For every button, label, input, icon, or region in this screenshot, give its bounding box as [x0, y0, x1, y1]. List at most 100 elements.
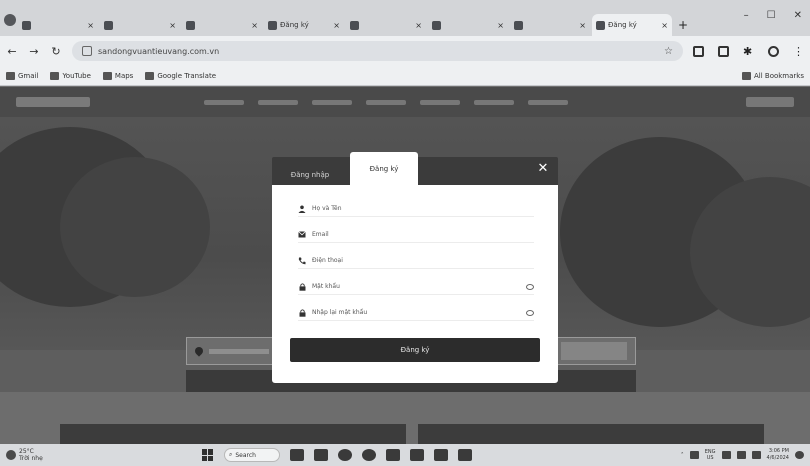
tab-close-icon[interactable]: ×	[661, 21, 668, 30]
language-indicator[interactable]: ENG US	[705, 449, 716, 461]
url-text: sandongvuantieuvang.com.vn	[98, 46, 220, 56]
maps-icon	[102, 71, 112, 80]
nav-item[interactable]	[366, 99, 406, 105]
register-submit-button[interactable]: Đăng ký	[290, 338, 540, 362]
favicon-icon	[22, 20, 31, 30]
browser-tab[interactable]: ×	[428, 14, 508, 36]
browser-tab[interactable]: ×	[510, 14, 590, 36]
clock-time: 3:06 PM	[768, 448, 789, 454]
extension-icon[interactable]	[693, 45, 704, 57]
tab-register[interactable]: Đăng ký	[350, 152, 418, 185]
extensions-puzzle-icon[interactable]: ✱	[743, 46, 754, 57]
chrome-icon[interactable]	[338, 449, 352, 461]
download-icon[interactable]	[718, 45, 729, 57]
site-logo[interactable]	[16, 97, 90, 107]
nav-item[interactable]	[528, 99, 568, 105]
browser-tabstrip: × × × Đăng ký × × × × Đăng ký × + – ☐ ✕	[0, 0, 810, 36]
address-bar[interactable]: sandongvuantieuvang.com.vn ☆	[72, 41, 683, 61]
password-label: Mật khẩu	[312, 283, 340, 290]
tab-close-icon[interactable]: ×	[169, 21, 176, 30]
browser-toolbar: ← → ↻ sandongvuantieuvang.com.vn ☆ ✱ ⋮	[0, 36, 810, 66]
window-close-icon[interactable]: ✕	[794, 10, 802, 21]
confirm-password-field[interactable]: Nhập lại mật khẩu	[298, 305, 534, 321]
nav-item[interactable]	[204, 99, 244, 105]
tab-login[interactable]: Đăng nhập	[280, 164, 340, 185]
tab-title: Đăng ký	[280, 21, 309, 29]
browser-tab[interactable]: ×	[18, 14, 98, 36]
edge-icon[interactable]	[362, 449, 376, 461]
bookmark-gmail[interactable]: Gmail	[6, 71, 38, 80]
minimize-icon[interactable]: –	[744, 10, 749, 21]
forward-icon[interactable]: →	[28, 45, 40, 58]
onedrive-icon[interactable]	[689, 451, 699, 459]
nav-item[interactable]	[420, 99, 460, 105]
tab-close-icon[interactable]: ×	[579, 21, 586, 30]
notification-icon[interactable]	[795, 451, 804, 459]
profile-avatar-icon[interactable]	[768, 45, 779, 57]
browser-tab[interactable]: Đăng ký ×	[264, 14, 344, 36]
search-button[interactable]	[561, 342, 627, 360]
tray-chevron-icon[interactable]: ˄	[681, 452, 684, 459]
reload-icon[interactable]: ↻	[50, 45, 62, 58]
file-explorer-icon[interactable]	[410, 449, 424, 461]
eye-icon[interactable]	[526, 309, 534, 316]
browser-tab[interactable]: ×	[346, 14, 426, 36]
windows-start-icon[interactable]	[202, 449, 214, 461]
tab-close-icon[interactable]: ×	[251, 21, 258, 30]
nav-item[interactable]	[312, 99, 352, 105]
taskbar-app-icon[interactable]	[458, 449, 472, 461]
browser-tab[interactable]: ×	[100, 14, 180, 36]
email-field[interactable]: Email	[298, 227, 534, 243]
site-user-menu[interactable]	[746, 97, 794, 107]
wifi-icon[interactable]	[721, 451, 731, 459]
favicon-icon	[350, 20, 359, 30]
tab-search-icon[interactable]	[4, 14, 16, 26]
bookmark-maps[interactable]: Maps	[102, 71, 133, 80]
tab-close-icon[interactable]: ×	[333, 21, 340, 30]
taskbar-app-icon[interactable]	[314, 449, 328, 461]
favicon-icon	[268, 20, 277, 30]
site-nav	[204, 99, 568, 105]
password-field[interactable]: Mật khẩu	[298, 279, 534, 295]
taskbar-search[interactable]: ⌕ Search	[224, 448, 280, 462]
clock[interactable]: 3:06 PM 4/6/2024	[767, 448, 789, 462]
nav-item[interactable]	[258, 99, 298, 105]
fullname-field[interactable]: Họ và Tên	[298, 201, 534, 217]
clock-date: 4/6/2024	[766, 455, 789, 461]
new-tab-button[interactable]: +	[674, 14, 692, 36]
back-icon[interactable]: ←	[6, 45, 18, 58]
search-placeholder[interactable]	[209, 348, 269, 354]
bookmark-star-icon[interactable]: ☆	[664, 46, 673, 57]
weather-widget[interactable]: 25°C Trời nhẹ	[6, 448, 66, 462]
email-icon	[298, 231, 306, 239]
bookmark-translate[interactable]: Google Translate	[145, 71, 216, 80]
phone-icon	[298, 257, 306, 265]
os-taskbar: 25°C Trời nhẹ ⌕ Search ˄ ENG US 3:06 PM …	[0, 444, 810, 466]
browser-tab[interactable]: ×	[182, 14, 262, 36]
taskbar-app-icon[interactable]	[434, 449, 448, 461]
tab-close-icon[interactable]: ×	[497, 21, 504, 30]
eye-icon[interactable]	[526, 283, 534, 290]
confirm-password-label: Nhập lại mật khẩu	[312, 309, 368, 316]
favicon-icon	[104, 20, 113, 30]
volume-icon[interactable]	[736, 451, 746, 459]
all-bookmarks-label: All Bookmarks	[753, 71, 804, 80]
nav-item[interactable]	[474, 99, 514, 105]
fullname-label: Họ và Tên	[312, 205, 342, 212]
favicon-icon	[432, 20, 441, 30]
battery-icon[interactable]	[751, 451, 761, 459]
menu-kebab-icon[interactable]: ⋮	[793, 46, 804, 57]
folder-icon	[741, 71, 751, 80]
tab-close-icon[interactable]: ×	[415, 21, 422, 30]
maximize-icon[interactable]: ☐	[767, 10, 776, 21]
all-bookmarks[interactable]: All Bookmarks	[741, 71, 804, 80]
taskbar-app-icon[interactable]	[290, 449, 304, 461]
browser-tab-active[interactable]: Đăng ký ×	[592, 14, 672, 36]
window-controls: – ☐ ✕	[744, 10, 802, 21]
site-info-icon[interactable]	[82, 46, 92, 56]
phone-field[interactable]: Điện thoại	[298, 253, 534, 269]
bookmark-youtube[interactable]: YouTube	[50, 71, 91, 80]
close-icon[interactable]: ✕	[536, 162, 550, 176]
taskbar-app-icon[interactable]	[386, 449, 400, 461]
tab-close-icon[interactable]: ×	[87, 21, 94, 30]
